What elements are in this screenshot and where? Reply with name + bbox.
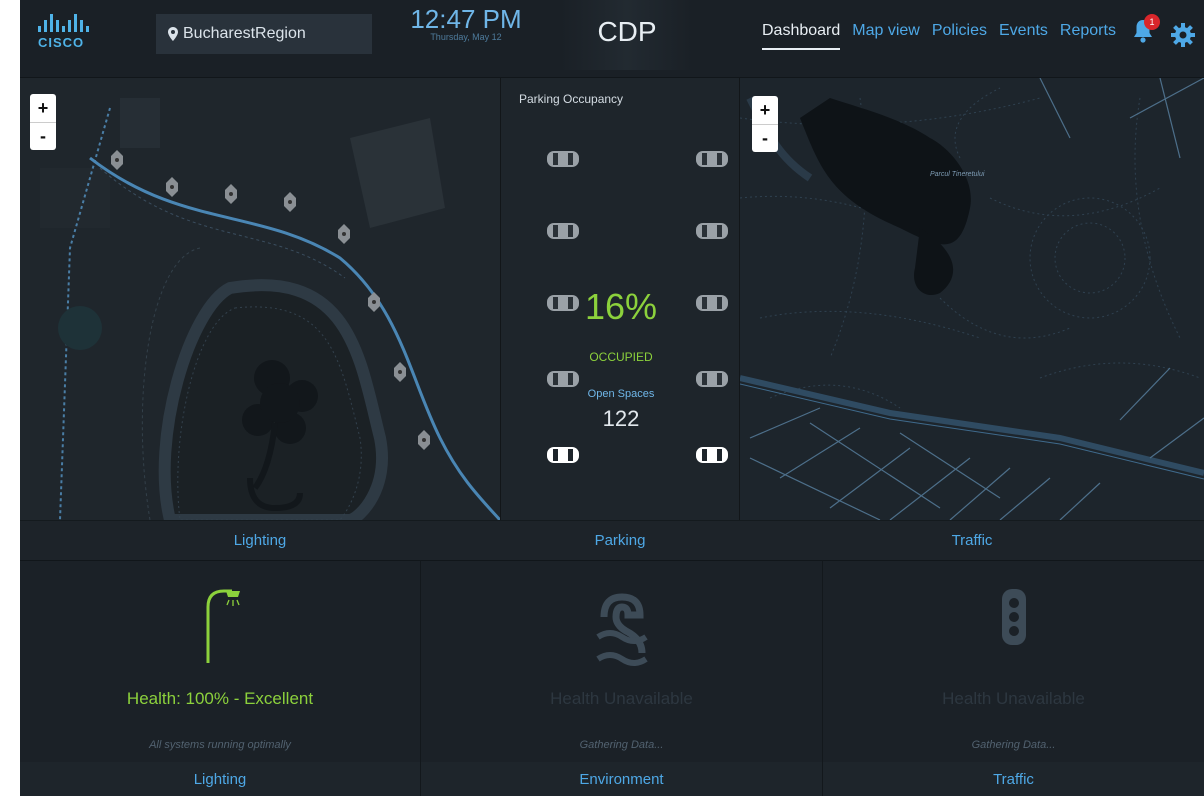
parking-spot-icon [696, 371, 728, 387]
traffic-health-detail: Gathering Data... [971, 739, 1056, 751]
location-pin-icon [168, 27, 178, 41]
traffic-map-tab[interactable]: Traffic [740, 520, 1204, 560]
traffic-map-panel[interactable]: Parcul Tineretului + - [740, 78, 1204, 520]
clock: 12:47 PM Thursday, May 12 [396, 4, 536, 42]
nav-events[interactable]: Events [999, 22, 1048, 50]
parking-title: Parking Occupancy [519, 92, 624, 106]
environment-health-detail: Gathering Data... [579, 739, 664, 751]
app-window: CISCO BucharestRegion 12:47 PM Thursday,… [20, 0, 1204, 796]
parking-spot-occupied-icon [547, 447, 579, 463]
traffic-light-icon [1001, 589, 1026, 645]
lighting-map-tab[interactable]: Lighting [20, 520, 500, 560]
parking-spot-occupied-icon [696, 447, 728, 463]
parking-panel[interactable]: Parking Occupancy 16% OCCUPIED Open Spac… [500, 78, 740, 520]
notification-badge: 1 [1144, 14, 1160, 30]
occupancy-percent: 16% [584, 286, 658, 327]
lighting-map [20, 78, 500, 520]
nav-dashboard[interactable]: Dashboard [762, 22, 841, 50]
traffic-map-zoom: + - [752, 96, 778, 152]
traffic-health-tile[interactable]: Health Unavailable Gathering Data... Tra… [822, 560, 1204, 796]
settings-button[interactable] [1170, 22, 1196, 48]
region-name: BucharestRegion [183, 25, 306, 42]
zoom-in-button[interactable]: + [30, 94, 56, 122]
parking-spot-icon [547, 223, 579, 239]
lighting-health-detail: All systems running optimally [149, 739, 291, 751]
notifications-button[interactable]: 1 [1132, 14, 1160, 46]
streetlight-icon [206, 589, 240, 663]
app-brand-title: CDP [560, 0, 694, 70]
environment-tile-label: Environment [421, 762, 822, 796]
zoom-out-button[interactable]: - [30, 122, 56, 150]
nav-reports[interactable]: Reports [1060, 22, 1116, 50]
traffic-map: Parcul Tineretului [740, 78, 1204, 520]
open-spaces-value: 122 [602, 406, 640, 431]
logo-text: CISCO [38, 35, 85, 50]
clock-time: 12:47 PM [410, 4, 522, 34]
parking-spot-icon [547, 151, 579, 167]
parking-tab[interactable]: Parking [500, 520, 740, 560]
parking-spot-icon [696, 151, 728, 167]
main-nav: Dashboard Map view Policies Events Repor… [762, 22, 1116, 50]
lighting-health-tile[interactable]: Health: 100% - Excellent All systems run… [20, 560, 420, 796]
lighting-health-status: Health: 100% - Excellent [126, 689, 314, 708]
region-selector[interactable]: BucharestRegion [156, 14, 372, 54]
gear-icon [1171, 23, 1195, 47]
map-label-park: Parcul Tineretului [930, 171, 985, 178]
zoom-out-button[interactable]: - [752, 124, 778, 152]
cisco-logo-icon [38, 14, 108, 32]
lighting-map-panel[interactable]: + - [20, 78, 500, 520]
zoom-in-button[interactable]: + [752, 96, 778, 124]
occupied-label: OCCUPIED [589, 350, 653, 364]
nav-map-view[interactable]: Map view [852, 22, 920, 50]
lighting-tile-label: Lighting [20, 762, 420, 796]
open-spaces-label: Open Spaces [587, 388, 655, 400]
environment-icon [595, 593, 648, 666]
traffic-tile-label: Traffic [823, 762, 1204, 796]
environment-health-status: Health Unavailable [550, 689, 693, 708]
parking-spot-icon [696, 223, 728, 239]
nav-policies[interactable]: Policies [932, 22, 987, 50]
top-header: CISCO BucharestRegion 12:47 PM Thursday,… [20, 0, 1204, 78]
environment-health-tile[interactable]: Health Unavailable Gathering Data... Env… [420, 560, 822, 796]
lighting-map-zoom: + - [30, 94, 56, 150]
cisco-logo[interactable]: CISCO [38, 14, 108, 54]
traffic-health-status: Health Unavailable [942, 689, 1085, 708]
parking-spot-icon [547, 371, 579, 387]
